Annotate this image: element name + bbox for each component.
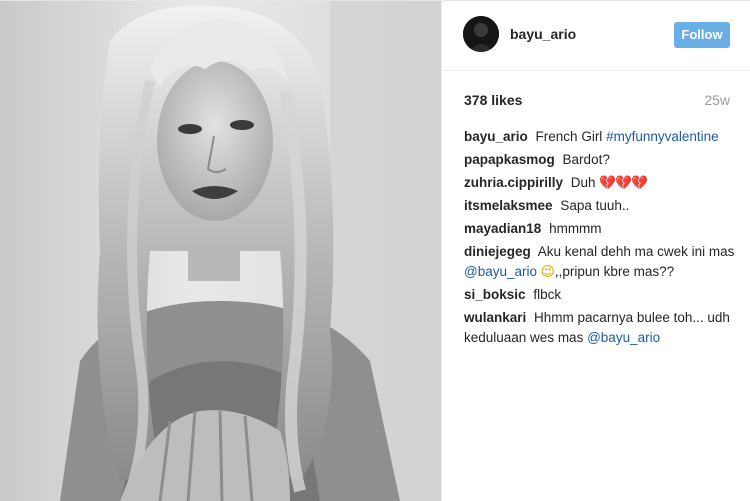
instagram-post: bayu_ario Follow 378 likes 25w bayu_ario… — [0, 0, 750, 501]
comment: diniejegeg Aku kenal dehh ma cwek ini ma… — [464, 242, 744, 282]
comment-username[interactable]: si_boksic — [464, 287, 526, 302]
comment: bayu_ario French Girl #myfunnyvalentine — [464, 127, 744, 147]
comment-list: bayu_ario French Girl #myfunnyvalentine … — [464, 127, 744, 351]
comment-username[interactable]: mayadian18 — [464, 221, 541, 236]
hashtag-link[interactable]: #myfunnyvalentine — [606, 129, 719, 144]
comment-text-continued: ,,pripun kbre mas?? — [554, 264, 675, 279]
comment-text: Sapa tuuh.. — [560, 198, 630, 213]
post-photo[interactable] — [0, 1, 441, 501]
comment: zuhria.cippirilly Duh 💔💔💔 — [464, 173, 744, 193]
comment-text: Aku kenal dehh ma cwek ini mas — [537, 244, 735, 259]
comment: itsmelaksmee Sapa tuuh.. — [464, 196, 744, 216]
username-link[interactable]: bayu_ario — [510, 26, 576, 42]
portrait-image — [0, 1, 441, 501]
post-sidebar: bayu_ario Follow 378 likes 25w bayu_ario… — [441, 1, 750, 501]
comment-text: flbck — [533, 287, 562, 302]
wink-emoji-icon: 😉 — [540, 264, 555, 279]
comment-username[interactable]: zuhria.cippirilly — [464, 175, 563, 190]
follow-button[interactable]: Follow — [674, 22, 730, 48]
comment-text: Duh — [570, 175, 596, 190]
comment-username[interactable]: wulankari — [464, 310, 526, 325]
post-meta: 378 likes 25w — [442, 71, 750, 119]
comment-text: Bardot? — [562, 152, 610, 167]
comment-username[interactable]: itsmelaksmee — [464, 198, 553, 213]
comment: papapkasmog Bardot? — [464, 150, 744, 170]
comment-text: French Girl — [535, 129, 603, 144]
avatar-image — [463, 16, 499, 52]
comment-username[interactable]: papapkasmog — [464, 152, 555, 167]
comment: si_boksic flbck — [464, 285, 744, 305]
comment: mayadian18 hmmmm — [464, 219, 744, 239]
post-age[interactable]: 25w — [704, 92, 730, 108]
likes-count[interactable]: 378 likes — [464, 92, 522, 108]
mention-link[interactable]: @bayu_ario — [587, 330, 660, 345]
comment: wulankari Hhmm pacarnya bulee toh... udh… — [464, 308, 744, 348]
comment-username[interactable]: diniejegeg — [464, 244, 531, 259]
comment-text: hmmmm — [549, 221, 602, 236]
post-header: bayu_ario Follow — [442, 1, 750, 71]
avatar[interactable] — [463, 16, 499, 52]
broken-heart-icon: 💔💔💔 — [599, 175, 647, 190]
mention-link[interactable]: @bayu_ario — [464, 264, 537, 279]
comment-username[interactable]: bayu_ario — [464, 129, 528, 144]
